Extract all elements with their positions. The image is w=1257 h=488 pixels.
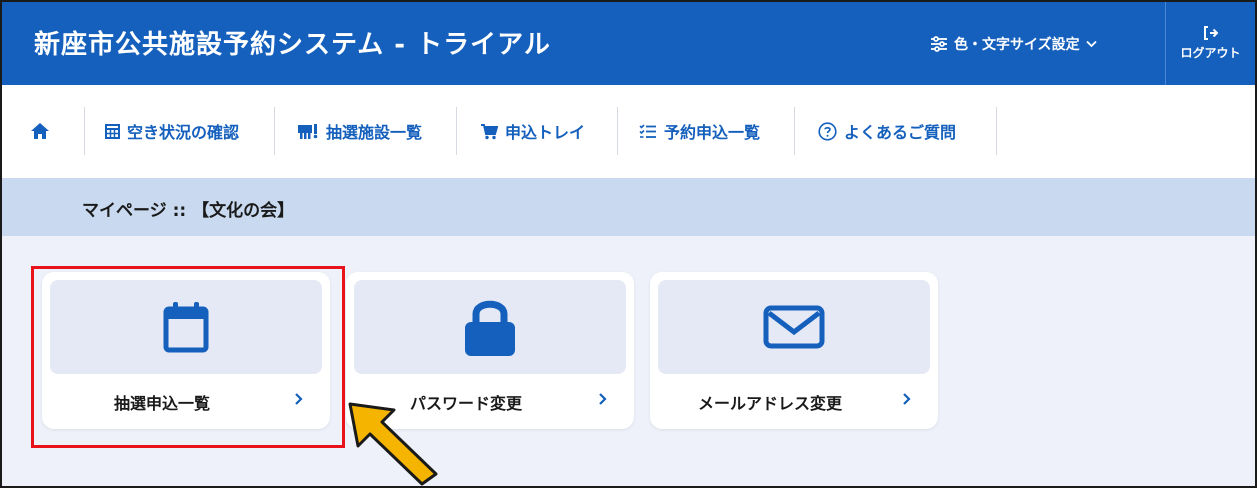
card-email-change[interactable]: メールアドレス変更 xyxy=(650,272,938,429)
settings-label: 色・文字サイズ設定 xyxy=(954,37,1080,53)
calendar-grid-icon xyxy=(105,124,120,139)
chevron-right-icon xyxy=(903,393,911,405)
nav-availability[interactable]: 空き状況の確認 xyxy=(105,107,239,155)
lottery-icon xyxy=(298,123,318,139)
logout-icon xyxy=(1203,26,1218,40)
highlight-box xyxy=(31,266,345,448)
nav-divider xyxy=(456,107,457,155)
pointer-arrow-icon xyxy=(348,402,438,486)
main-nav: 空き状況の確認 抽選施設一覧 申込トレイ 予約申込一覧 よくあるご質問 xyxy=(2,85,1255,178)
nav-divider xyxy=(274,107,275,155)
sliders-icon xyxy=(931,36,947,52)
card-icon-area xyxy=(354,280,626,374)
nav-divider xyxy=(84,107,85,155)
display-settings-button[interactable]: 色・文字サイズ設定 xyxy=(930,30,1103,58)
logout-label: ログアウト xyxy=(1180,46,1241,60)
page-title: マイページ :: 【文化の会】 xyxy=(82,201,295,221)
card-email-change-label: メールアドレス変更 xyxy=(697,394,842,413)
page-title-bar: マイページ :: 【文化の会】 xyxy=(2,178,1255,236)
app-title: 新座市公共施設予約システム - トライアル xyxy=(34,30,551,60)
nav-availability-label: 空き状況の確認 xyxy=(127,123,240,142)
envelope-icon xyxy=(763,305,825,349)
nav-divider xyxy=(996,107,997,155)
nav-faq[interactable]: よくあるご質問 xyxy=(818,107,956,155)
app-header: 新座市公共施設予約システム - トライアル 色・文字サイズ設定 ログアウト xyxy=(2,2,1255,85)
nav-application-tray-label: 申込トレイ xyxy=(505,123,586,142)
nav-faq-label: よくあるご質問 xyxy=(844,123,957,142)
page-frame: 新座市公共施設予約システム - トライアル 色・文字サイズ設定 ログアウト 空き… xyxy=(0,0,1257,488)
home-icon xyxy=(31,123,49,139)
nav-lottery-facilities[interactable]: 抽選施設一覧 xyxy=(297,107,422,155)
logout-button[interactable]: ログアウト xyxy=(1165,2,1255,85)
help-circle-icon xyxy=(818,121,837,141)
lock-icon xyxy=(465,300,515,356)
chevron-down-icon xyxy=(1085,40,1097,48)
nav-lottery-facilities-label: 抽選施設一覧 xyxy=(326,123,423,142)
nav-home[interactable] xyxy=(30,107,57,155)
cart-icon xyxy=(481,123,498,139)
nav-divider xyxy=(617,107,618,155)
nav-divider xyxy=(794,107,795,155)
nav-application-tray[interactable]: 申込トレイ xyxy=(480,107,585,155)
list-icon xyxy=(639,123,656,138)
nav-reservation-list[interactable]: 予約申込一覧 xyxy=(639,107,760,155)
nav-reservation-list-label: 予約申込一覧 xyxy=(664,123,761,142)
card-icon-area xyxy=(658,280,930,374)
chevron-right-icon xyxy=(599,393,607,405)
